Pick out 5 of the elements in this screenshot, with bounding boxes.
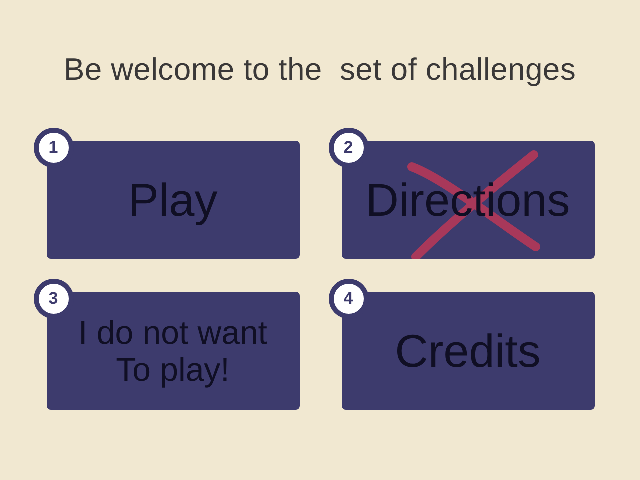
number-badge: 1 [34, 128, 74, 168]
number-badge: 3 [34, 279, 74, 319]
number-badge: 2 [328, 128, 368, 168]
number-badge: 4 [328, 279, 368, 319]
page-title: Be welcome to the set of challenges [64, 52, 576, 88]
